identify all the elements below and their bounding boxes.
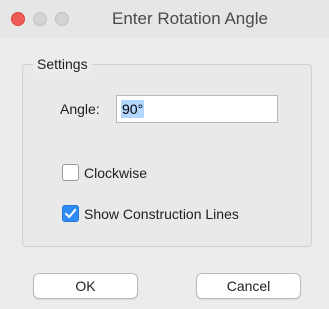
show-construction-lines-label[interactable]: Show Construction Lines	[84, 206, 239, 222]
clockwise-checkbox[interactable]	[62, 164, 79, 181]
show-construction-lines-checkbox[interactable]	[62, 205, 79, 222]
cancel-button[interactable]: Cancel	[196, 273, 301, 299]
maximize-icon[interactable]	[55, 12, 69, 26]
angle-input[interactable]: 90°	[116, 95, 278, 123]
clockwise-label[interactable]: Clockwise	[84, 165, 147, 181]
settings-group-label: Settings	[33, 56, 92, 73]
rotation-angle-dialog: Enter Rotation Angle Settings Angle: 90°…	[0, 0, 329, 309]
window-title: Enter Rotation Angle	[112, 9, 268, 28]
title-bar: Enter Rotation Angle	[0, 0, 329, 38]
minimize-icon[interactable]	[33, 12, 47, 26]
checkmark-icon	[65, 208, 77, 218]
angle-value[interactable]: 90°	[121, 100, 145, 118]
close-icon[interactable]	[11, 12, 25, 26]
ok-button[interactable]: OK	[33, 273, 138, 299]
angle-label: Angle:	[60, 101, 100, 117]
